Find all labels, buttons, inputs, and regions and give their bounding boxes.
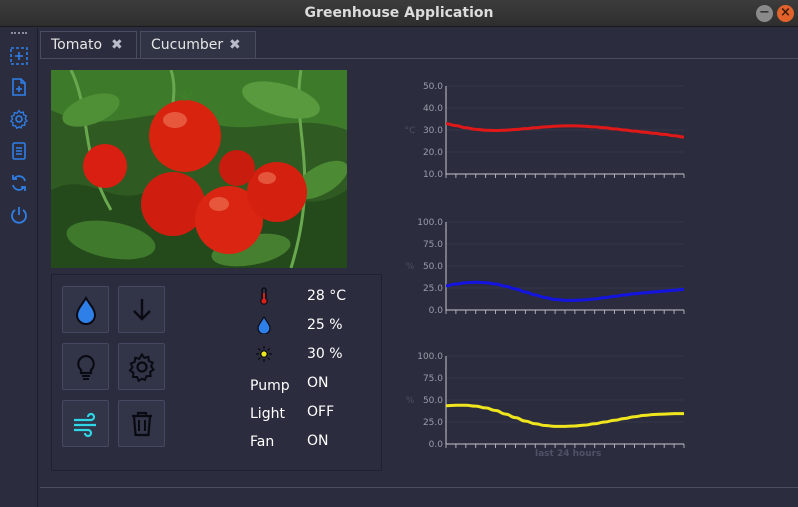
- tab-cucumber[interactable]: Cucumber ✖: [140, 31, 256, 59]
- tab-label: Tomato: [51, 37, 103, 53]
- gear-icon: [128, 352, 155, 382]
- y-tick-label: 50.0: [423, 82, 443, 92]
- minimize-button[interactable]: −: [756, 5, 773, 22]
- y-tick-label: 25.0: [423, 284, 443, 294]
- lower-button[interactable]: [118, 286, 165, 333]
- lightbulb-icon: [76, 354, 95, 380]
- temperature-chart-svg: 50.0 40.0 30.0 20.0 10.0 °C: [405, 82, 685, 180]
- y-tick-label: 10.0: [423, 170, 443, 180]
- app-window: Greenhouse Application − × Tomato ✖ Cucu…: [0, 0, 798, 507]
- fan-button[interactable]: [62, 400, 109, 447]
- y-tick-label: 30.0: [423, 126, 443, 136]
- humidity-chart: 100.0 75.0 50.0 25.0 0.0%: [400, 216, 690, 320]
- delete-button[interactable]: [118, 400, 165, 447]
- fan-label: Fan: [250, 434, 275, 450]
- wind-icon: [73, 412, 96, 437]
- light-button[interactable]: [62, 343, 109, 390]
- close-icon[interactable]: ✖: [229, 37, 241, 53]
- y-axis-unit: °C: [405, 126, 416, 136]
- select-add-icon[interactable]: [9, 46, 29, 66]
- y-tick-label: 40.0: [423, 104, 443, 114]
- y-axis-unit: %: [406, 262, 415, 272]
- trash-icon: [131, 411, 152, 436]
- series-line: [445, 280, 685, 302]
- temperature-value: 28 °C: [307, 288, 347, 304]
- chart-x-label: last 24 hours: [535, 449, 602, 459]
- fan-status: ON: [307, 433, 329, 449]
- power-icon[interactable]: [9, 205, 29, 225]
- tomato-photo: [51, 70, 347, 268]
- title-bar: Greenhouse Application − ×: [0, 0, 798, 27]
- y-tick-label: 50.0: [423, 396, 443, 406]
- arrow-down-icon: [132, 298, 151, 321]
- light-level-value: 30 %: [307, 346, 343, 362]
- window-title: Greenhouse Application: [304, 5, 494, 21]
- y-tick-label: 50.0: [423, 262, 443, 272]
- light-label: Light: [250, 406, 285, 422]
- sun-icon: [256, 346, 272, 362]
- y-tick-label: 75.0: [423, 374, 443, 384]
- tab-label: Cucumber: [151, 37, 224, 53]
- pump-label: Pump: [250, 378, 290, 394]
- humidity-drop-icon: [257, 316, 271, 334]
- settings-button[interactable]: [118, 343, 165, 390]
- light-chart: 100.0 75.0 50.0 25.0 0.0%: [400, 350, 690, 454]
- gear-icon[interactable]: [9, 109, 29, 130]
- refresh-icon[interactable]: [9, 173, 29, 193]
- controls-panel: 28 °C 25 % 30 % Pump ON Light OFF Fan ON: [51, 274, 382, 471]
- water-button[interactable]: [62, 286, 109, 333]
- sidebar: [0, 28, 38, 507]
- status-bar: [40, 487, 798, 507]
- humidity-chart-svg: 100.0 75.0 50.0 25.0 0.0%: [406, 218, 685, 316]
- y-tick-label: 20.0: [423, 148, 443, 158]
- list-document-icon[interactable]: [9, 141, 29, 161]
- toolbar-grip[interactable]: [11, 32, 27, 36]
- thermometer-icon: [260, 287, 268, 305]
- series-line: [445, 403, 684, 428]
- y-tick-label: 100.0: [417, 352, 443, 362]
- humidity-value: 25 %: [307, 317, 343, 333]
- y-tick-label: 100.0: [417, 218, 443, 228]
- light-status: OFF: [307, 404, 335, 420]
- y-tick-label: 75.0: [423, 240, 443, 250]
- y-tick-label: 0.0: [429, 306, 444, 316]
- y-tick-label: 0.0: [429, 440, 444, 450]
- temperature-chart: 50.0 40.0 30.0 20.0 10.0 °C: [400, 80, 690, 184]
- close-icon[interactable]: ✖: [111, 37, 123, 53]
- new-document-icon[interactable]: [9, 77, 29, 97]
- water-drop-icon: [75, 295, 96, 325]
- light-chart-svg: 100.0 75.0 50.0 25.0 0.0%: [406, 352, 685, 450]
- y-axis-unit: %: [406, 396, 415, 406]
- close-window-button[interactable]: ×: [777, 5, 794, 22]
- pump-status: ON: [307, 375, 329, 391]
- tab-tomato[interactable]: Tomato ✖: [40, 31, 137, 59]
- y-tick-label: 25.0: [423, 418, 443, 428]
